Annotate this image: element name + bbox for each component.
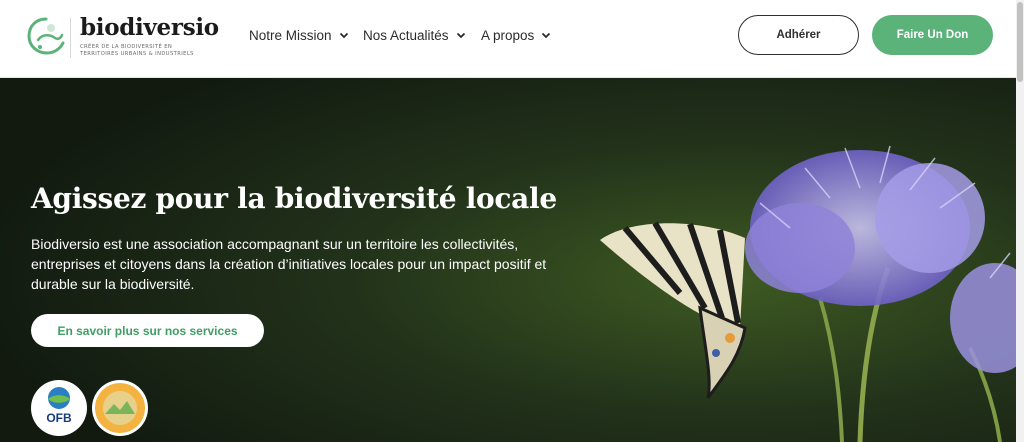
- brand-tagline: Créer de la biodiversité en territoires …: [80, 44, 194, 57]
- nav-label: Notre Mission: [249, 27, 332, 43]
- nav-label: A propos: [481, 27, 535, 43]
- ofb-logo-icon: [48, 387, 70, 409]
- page-scrollbar[interactable]: [1016, 0, 1024, 442]
- nav-label: Nos Actualités: [363, 27, 449, 43]
- partner-badge[interactable]: [92, 380, 148, 436]
- services-cta-button[interactable]: En savoir plus sur nos services: [31, 314, 264, 347]
- join-button[interactable]: Adhérer: [738, 15, 859, 55]
- hero-description: Biodiversio est une association accompag…: [31, 236, 547, 292]
- donate-button[interactable]: Faire Un Don: [872, 15, 993, 55]
- nav-notre-mission[interactable]: Notre Mission: [249, 26, 350, 44]
- nav-a-propos[interactable]: A propos: [481, 26, 552, 44]
- lizard-logo-icon[interactable]: [26, 16, 66, 56]
- hero-section: Agissez pour la biodiversité locale Biod…: [0, 78, 1016, 442]
- scrollbar-thumb[interactable]: [1017, 2, 1023, 82]
- nav-nos-actualites[interactable]: Nos Actualités: [363, 26, 467, 44]
- ofb-badge[interactable]: OFB: [31, 380, 87, 436]
- chevron-down-icon: [542, 32, 551, 39]
- ofb-badge-label: OFB: [46, 411, 72, 425]
- partner-seal-icon: [95, 383, 145, 433]
- hero-title: Agissez pour la biodiversité locale: [31, 182, 557, 215]
- brand-name[interactable]: biodiversio: [80, 14, 219, 42]
- chevron-down-icon: [456, 32, 465, 39]
- logo-divider: [70, 18, 71, 58]
- site-header: biodiversio Créer de la biodiversité en …: [0, 0, 1024, 78]
- chevron-down-icon: [339, 32, 348, 39]
